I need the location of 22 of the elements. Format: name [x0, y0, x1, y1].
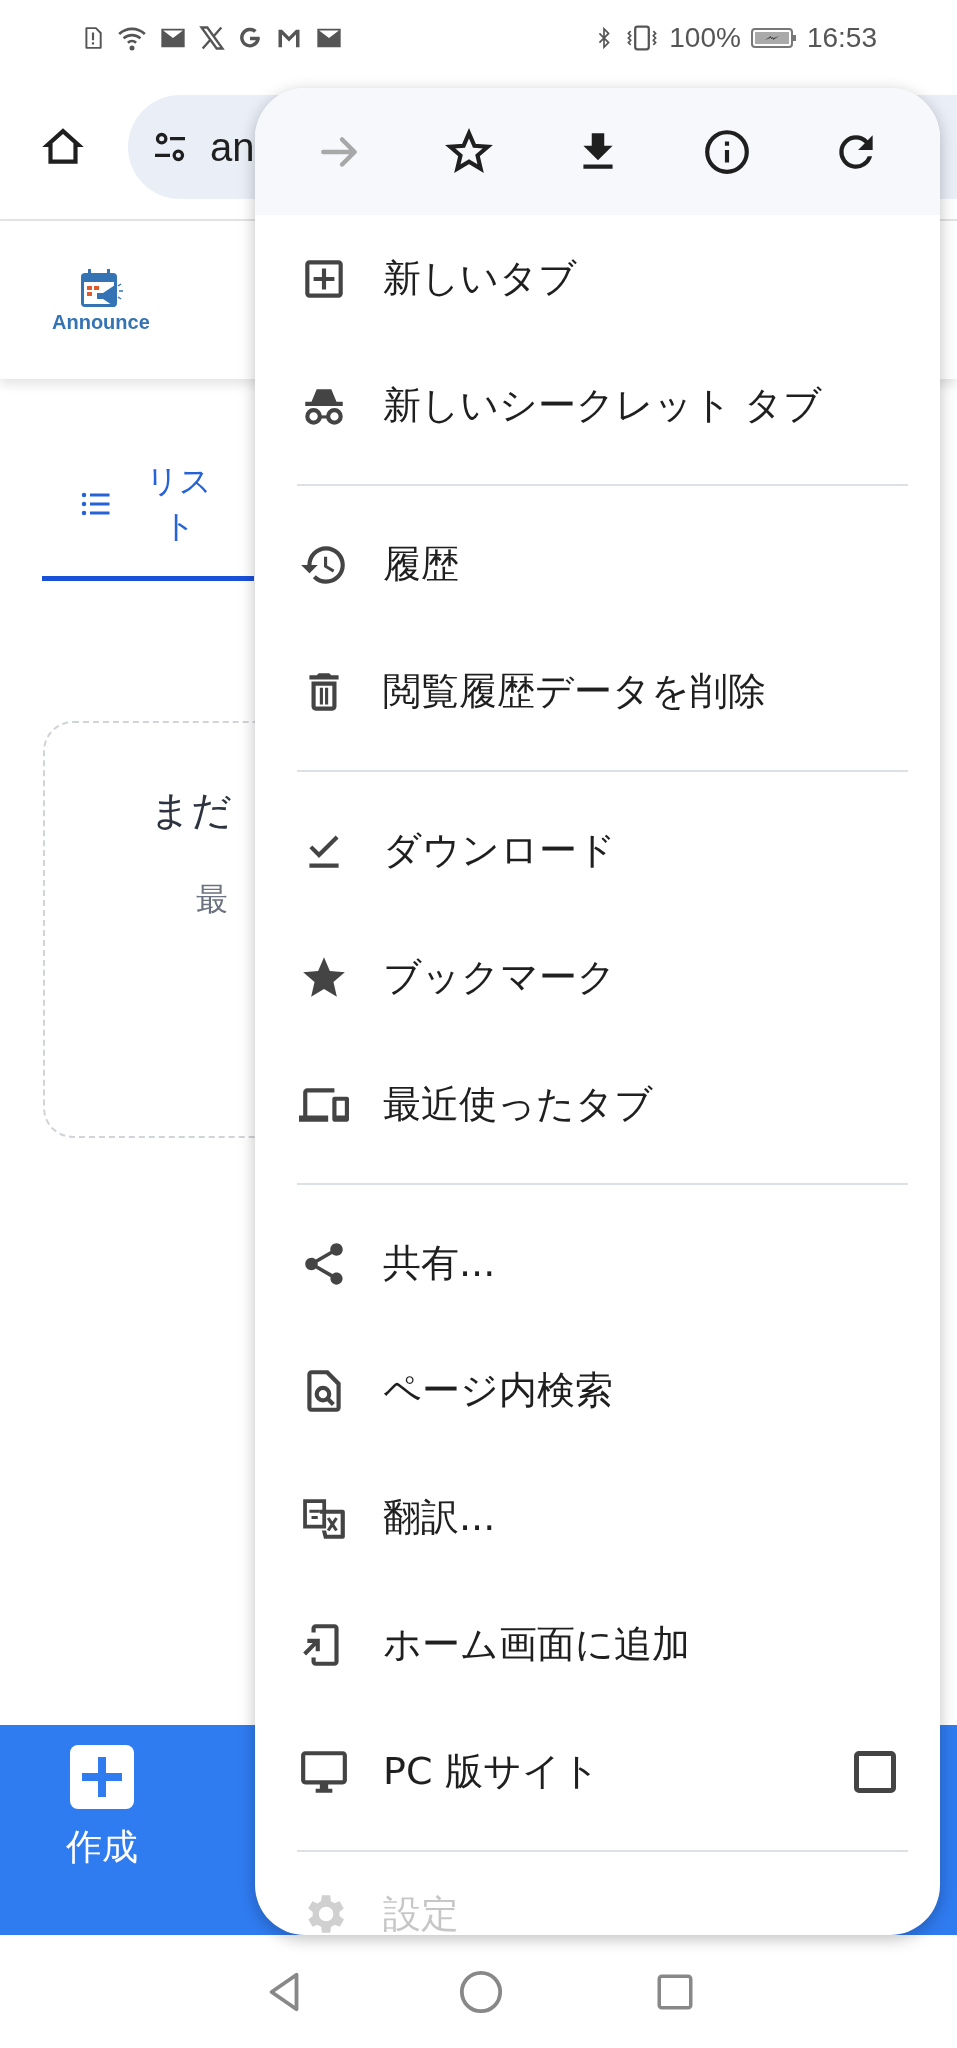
logo-text: Announce [52, 310, 150, 334]
menu-item[interactable]: 新しいタブ [255, 215, 940, 342]
menu-item[interactable]: 新しいシークレット タブ [255, 342, 940, 469]
plus-square-icon [70, 1745, 134, 1809]
menu-item[interactable]: 履歴 [255, 501, 940, 628]
menu-item[interactable]: 共有... [255, 1200, 940, 1327]
clock-time: 16:53 [806, 21, 877, 54]
home-circle-icon [457, 1968, 504, 2015]
menu-item[interactable]: ホーム画面に追加 [255, 1581, 940, 1708]
empty-subtitle: 最 [195, 879, 229, 920]
battery-percent: 100% [669, 21, 741, 54]
menu-item[interactable]: ブックマーク [255, 914, 940, 1041]
menu-item[interactable]: 翻訳... [255, 1454, 940, 1581]
create-button[interactable]: 作成 [66, 1745, 138, 1872]
menu-item[interactable]: PC 版サイト [255, 1708, 940, 1835]
menu-item[interactable]: 最近使ったタブ [255, 1041, 940, 1168]
menu-item[interactable]: ページ内検索 [255, 1327, 940, 1454]
cross-icon [198, 23, 226, 52]
menu-item[interactable]: 閲覧履歴データを削除 [255, 628, 940, 755]
empty-title: まだ [150, 786, 233, 835]
menu-item[interactable]: ダウンロード [255, 787, 940, 914]
checkbox[interactable] [854, 1750, 896, 1793]
